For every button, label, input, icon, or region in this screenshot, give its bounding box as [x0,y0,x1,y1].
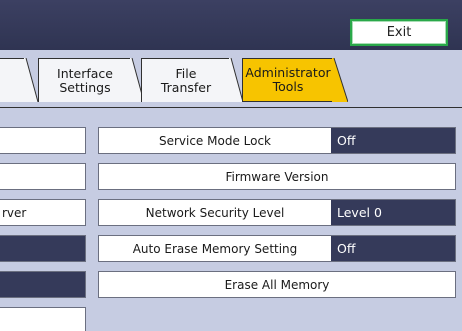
tab-file-transfer[interactable]: File Transfer [141,58,231,102]
left-setting-button[interactable] [0,127,86,154]
tab-interface-settings[interactable]: Interface Settings [38,58,132,102]
network-security-level-row[interactable]: Network Security Level Level 0 [98,199,456,226]
tab-label-line1: Administrator [245,65,331,80]
left-setting-button[interactable]: rver [0,199,86,226]
left-setting-value [0,235,86,262]
header-bar: Exit [0,0,462,50]
tab-label-line1: Interface [57,65,113,81]
tab-edge-icon [24,58,38,102]
tab-edge-icon [229,58,243,102]
firmware-version-label: Firmware Version [225,169,329,184]
tab-previous-partial[interactable] [0,58,26,102]
auto-erase-memory-button[interactable]: Auto Erase Memory Setting [99,236,331,261]
erase-all-memory-label: Erase All Memory [224,277,330,292]
left-setting-button[interactable] [0,307,86,331]
network-security-level-value: Level 0 [331,200,455,225]
auto-erase-memory-row[interactable]: Auto Erase Memory Setting Off [98,235,456,262]
auto-erase-memory-value: Off [331,236,455,261]
tab-label-line1: File [175,65,197,81]
firmware-version-button[interactable]: Firmware Version [98,163,456,190]
tab-label-line2: Tools [272,79,304,94]
tab-label-line2: Transfer [160,79,212,95]
left-setting-value [0,271,86,298]
settings-panel: Exit Interface Settings File Transfer Ad… [0,0,462,331]
settings-content: rver Service Mode Lock Off Firmware Vers… [0,108,462,331]
tab-label-line2: Settings [59,79,111,95]
left-setting-label: rver [2,205,27,220]
left-setting-button[interactable] [0,163,86,190]
tab-strip: Interface Settings File Transfer Adminis… [0,50,462,108]
tab-edge-icon [332,58,348,102]
tab-administrator-tools[interactable]: Administrator Tools [242,58,334,102]
network-security-level-button[interactable]: Network Security Level [99,200,331,225]
exit-button[interactable]: Exit [350,19,448,46]
service-mode-lock-value: Off [331,128,455,153]
service-mode-lock-row[interactable]: Service Mode Lock Off [98,127,456,154]
erase-all-memory-button[interactable]: Erase All Memory [98,271,456,298]
service-mode-lock-button[interactable]: Service Mode Lock [99,128,331,153]
